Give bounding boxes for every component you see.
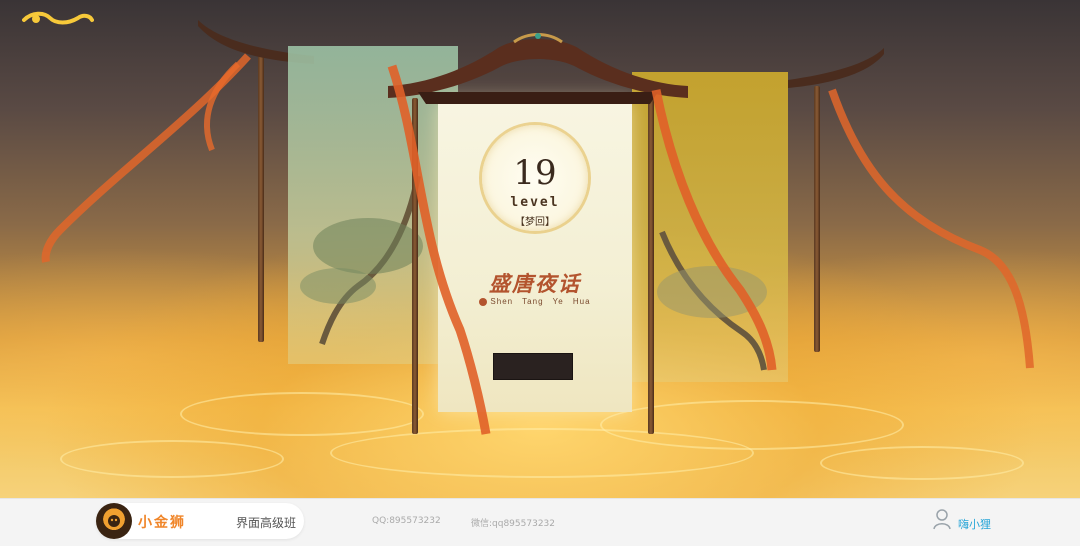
pole-center-right [648,96,654,434]
pole-left [258,56,264,342]
level-badge: 19 level 【梦回】 [482,125,588,231]
level-label: level [510,195,560,210]
stage-pinyin: Shen Tang Ye Hua [490,297,591,306]
roof-center [388,33,688,104]
banner-right [632,72,788,382]
ground-swirl [60,440,284,478]
chapter-label: 【梦回】 [515,217,555,228]
footer-bar: 小金狮 界面高级班 QQ:895573232 微信:qq895573232 嗨小… [0,498,1080,546]
seal-icon [479,297,488,306]
golden-cloud-icon [22,11,94,25]
wechat-contact: 微信:qq895573232 [471,519,555,529]
ground-swirl [330,428,754,478]
user-icon[interactable] [933,508,951,530]
game-scene: 19 level 【梦回】 盛唐夜话 Shen Tang Ye Hua [0,0,1080,498]
qq-contact: QQ:895573232 [372,516,441,526]
lion-logo-icon [96,503,132,539]
user-name[interactable]: 嗨小狸 [958,516,991,532]
pole-center-left [412,98,418,434]
stage-subtitle: Shen Tang Ye Hua [438,297,632,306]
roof-right [788,48,884,88]
level-card: 19 level 【梦回】 盛唐夜话 Shen Tang Ye Hua [438,100,632,412]
ground-swirl [180,392,424,436]
stage-title: 盛唐夜话 [489,271,581,296]
brand-name: 小金狮 [138,515,186,531]
level-number: 19 [513,153,557,193]
start-button[interactable] [493,353,573,380]
pole-right [814,86,820,352]
ground-swirl [820,446,1024,480]
course-name: 界面高级班 [236,516,297,530]
brand-pill: 小金狮 界面高级班 [96,503,304,539]
